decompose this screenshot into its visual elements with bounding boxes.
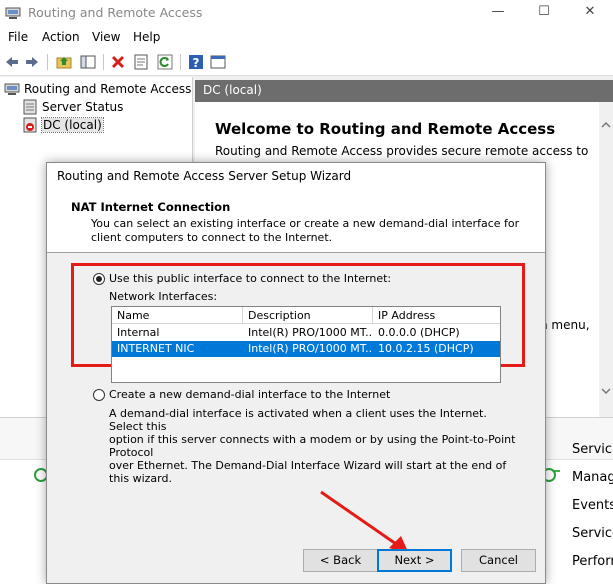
cell-description: Intel(R) PRO/1000 MT...	[248, 326, 373, 339]
manageability-link[interactable]: Manag	[572, 470, 613, 485]
dialog-heading: NAT Internet Connection	[71, 200, 231, 214]
network-interfaces-list[interactable]: Name Description IP Address Internal Int…	[111, 306, 501, 383]
properties-icon[interactable]	[133, 54, 149, 70]
cell-name: Internal	[117, 326, 160, 339]
table-row-internal[interactable]: Internal Intel(R) PRO/1000 MT... 0.0.0.0…	[112, 325, 500, 341]
close-button[interactable]: ✕	[567, 0, 613, 26]
network-interfaces-label: Network Interfaces:	[109, 290, 218, 303]
toolbar: ?	[0, 48, 613, 76]
svg-text:?: ?	[193, 56, 200, 70]
tree-item-label: Server Status	[42, 100, 124, 114]
show-hide-tree-icon[interactable]	[80, 54, 96, 70]
toolbar-separator	[103, 54, 104, 70]
create-demand-dial-radio[interactable]	[93, 389, 105, 401]
welcome-title: Welcome to Routing and Remote Access	[215, 120, 556, 138]
server-stopped-icon	[23, 117, 37, 133]
next-button[interactable]: Next >	[377, 549, 452, 572]
cell-ip: 10.0.2.15 (DHCP)	[378, 342, 474, 355]
dialog-title: Routing and Remote Access Server Setup W…	[47, 163, 545, 191]
events-link[interactable]: Events	[572, 498, 613, 513]
forward-icon[interactable]	[24, 54, 40, 70]
dialog-header: NAT Internet Connection You can select a…	[47, 191, 545, 253]
setup-wizard-dialog: Routing and Remote Access Server Setup W…	[46, 162, 546, 584]
maximize-button[interactable]: ☐	[521, 0, 567, 26]
dialog-subheading-line: client computers to connect to the Inter…	[91, 231, 333, 244]
tree-root-label: Routing and Remote Access	[24, 82, 192, 96]
welcome-partial-text: n menu,	[540, 318, 590, 332]
delete-icon[interactable]	[110, 54, 126, 70]
use-public-interface-radio[interactable]	[93, 273, 105, 285]
use-public-interface-label[interactable]: Use this public interface to connect to …	[109, 272, 391, 285]
up-folder-icon[interactable]	[56, 54, 72, 70]
tree-item-label: DC (local)	[41, 117, 104, 133]
server-status-icon	[23, 99, 37, 115]
refresh-icon[interactable]	[157, 54, 173, 70]
back-button[interactable]: < Back	[303, 549, 378, 572]
back-icon[interactable]	[4, 54, 20, 70]
menu-file[interactable]: File	[8, 30, 28, 44]
annotation-arrow-icon	[320, 490, 409, 554]
description-line: over Ethernet. The Demand-Dial Interface…	[109, 459, 507, 485]
services-link[interactable]: Service	[572, 526, 613, 541]
dialog-subheading: You can select an existing interface or …	[91, 217, 519, 245]
results-scrollbar[interactable]	[599, 102, 613, 417]
routing-server-icon	[4, 83, 20, 95]
cell-ip: 0.0.0.0 (DHCP)	[378, 326, 460, 339]
scroll-up-icon[interactable]	[601, 120, 611, 130]
menu-action[interactable]: Action	[42, 30, 80, 44]
tree-item-dc-local[interactable]: DC (local)	[22, 117, 104, 135]
console-icon[interactable]	[210, 54, 226, 70]
table-row-internet-nic[interactable]: INTERNET NIC Intel(R) PRO/1000 MT... 10.…	[112, 341, 500, 357]
window-title: Routing and Remote Access	[28, 5, 203, 20]
description-line: option if this server connects with a mo…	[109, 433, 516, 459]
cell-name: INTERNET NIC	[117, 342, 195, 355]
toolbar-separator	[47, 54, 48, 70]
welcome-text: Routing and Remote Access provides secur…	[215, 144, 589, 158]
tree-item-server-status[interactable]: Server Status	[22, 99, 123, 117]
dialog-subheading-line: You can select an existing interface or …	[91, 217, 520, 230]
description-line: A demand-dial interface is activated whe…	[109, 407, 487, 433]
toolbar-separator	[180, 54, 181, 70]
tree-root-routing[interactable]: Routing and Remote Access	[4, 81, 191, 99]
routing-app-icon	[5, 7, 21, 19]
create-demand-dial-label[interactable]: Create a new demand-dial interface to th…	[109, 388, 390, 401]
help-icon[interactable]: ?	[188, 54, 204, 70]
menu-bar: File Action View Help	[0, 26, 613, 48]
window-titlebar: Routing and Remote Access — ☐ ✕	[0, 0, 613, 26]
services-heading: Servic	[572, 442, 613, 457]
cell-description: Intel(R) PRO/1000 MT...	[248, 342, 373, 355]
minimize-button[interactable]: —	[475, 0, 521, 26]
results-pane-header: DC (local)	[195, 80, 613, 102]
column-ip-address[interactable]: IP Address	[373, 307, 500, 324]
demand-dial-description: A demand-dial interface is activated whe…	[109, 407, 519, 485]
scroll-down-icon[interactable]	[601, 386, 611, 396]
menu-view[interactable]: View	[92, 30, 120, 44]
column-name[interactable]: Name	[112, 307, 243, 324]
list-header: Name Description IP Address	[112, 307, 500, 324]
column-description[interactable]: Description	[243, 307, 373, 324]
cancel-button[interactable]: Cancel	[461, 549, 536, 572]
performance-link[interactable]: Perforr	[572, 554, 613, 569]
menu-help[interactable]: Help	[133, 30, 160, 44]
